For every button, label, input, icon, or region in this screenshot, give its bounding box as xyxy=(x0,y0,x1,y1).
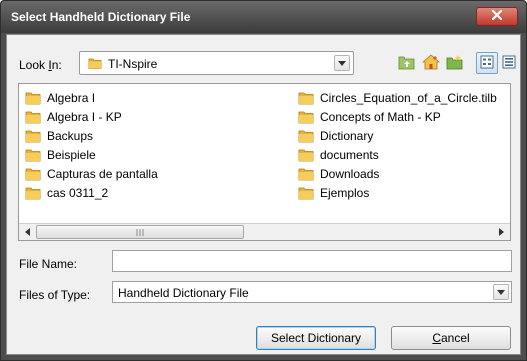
list-item[interactable]: Backups xyxy=(25,126,158,145)
folder-icon xyxy=(25,187,41,199)
list-view-button[interactable] xyxy=(476,52,498,74)
select-dictionary-button[interactable]: Select Dictionary xyxy=(256,326,376,350)
list-item[interactable]: Concepts of Math - KP xyxy=(298,107,497,126)
scrollbar-thumb[interactable] xyxy=(36,225,244,239)
scroll-right-icon[interactable] xyxy=(493,224,510,240)
list-item[interactable]: Circles_Equation_of_a_Circle.tilb xyxy=(298,88,497,107)
file-column-left: Algebra I Algebra I - KP Backups Beispie… xyxy=(25,88,158,202)
folder-icon xyxy=(25,130,41,142)
folder-icon xyxy=(25,168,41,180)
file-name-label: File Name: xyxy=(19,257,78,271)
chevron-down-icon[interactable] xyxy=(493,284,509,300)
details-view-button[interactable] xyxy=(498,52,520,74)
look-in-dropdown[interactable]: TI-Nspire xyxy=(79,51,354,75)
file-column-right: Circles_Equation_of_a_Circle.tilb Concep… xyxy=(298,88,497,202)
folder-icon xyxy=(298,111,314,123)
file-type-label: Files of Type: xyxy=(19,288,91,302)
list-item[interactable]: Capturas de pantalla xyxy=(25,164,158,183)
details-view-icon xyxy=(502,55,516,72)
list-item[interactable]: Dictionary xyxy=(298,126,497,145)
close-button[interactable] xyxy=(476,7,518,26)
folder-icon xyxy=(298,168,314,180)
list-item[interactable]: Beispiele xyxy=(25,145,158,164)
select-dictionary-dialog: Select Handheld Dictionary File Look In:… xyxy=(0,0,527,361)
scroll-left-icon[interactable] xyxy=(19,224,36,240)
list-item[interactable]: cas 0311_2 xyxy=(25,183,158,202)
folder-icon xyxy=(88,56,102,73)
chevron-down-icon[interactable] xyxy=(334,55,350,71)
file-type-dropdown[interactable]: Handheld Dictionary File xyxy=(112,281,512,303)
folder-icon xyxy=(25,111,41,123)
close-icon xyxy=(491,9,503,24)
new-folder-button[interactable] xyxy=(444,52,466,74)
dialog-body: Look In: TI-Nspire Algebra I Algebra I -… xyxy=(6,34,521,355)
folder-icon xyxy=(298,130,314,142)
list-item[interactable]: Algebra I - KP xyxy=(25,107,158,126)
list-view-icon xyxy=(480,55,494,72)
up-folder-icon xyxy=(398,54,416,73)
file-type-value: Handheld Dictionary File xyxy=(118,286,249,300)
new-folder-icon xyxy=(446,54,464,73)
list-item[interactable]: documents xyxy=(298,145,497,164)
list-item[interactable]: Downloads xyxy=(298,164,497,183)
home-button[interactable] xyxy=(420,52,442,74)
list-item[interactable]: Ejemplos xyxy=(298,183,497,202)
cancel-button[interactable]: Cancel xyxy=(391,326,511,350)
folder-icon xyxy=(25,149,41,161)
folder-icon xyxy=(298,187,314,199)
folder-icon xyxy=(298,92,314,104)
look-in-value: TI-Nspire xyxy=(108,57,158,71)
title-bar[interactable]: Select Handheld Dictionary File xyxy=(1,1,526,33)
folder-icon xyxy=(25,92,41,104)
file-name-input[interactable] xyxy=(112,250,512,272)
up-folder-button[interactable] xyxy=(396,52,418,74)
window-title: Select Handheld Dictionary File xyxy=(11,10,191,24)
folder-icon xyxy=(298,149,314,161)
file-list[interactable]: Algebra I Algebra I - KP Backups Beispie… xyxy=(18,83,511,241)
look-in-label: Look In: xyxy=(19,58,62,72)
home-icon xyxy=(421,53,441,73)
horizontal-scrollbar[interactable] xyxy=(19,223,510,240)
list-item[interactable]: Algebra I xyxy=(25,88,158,107)
